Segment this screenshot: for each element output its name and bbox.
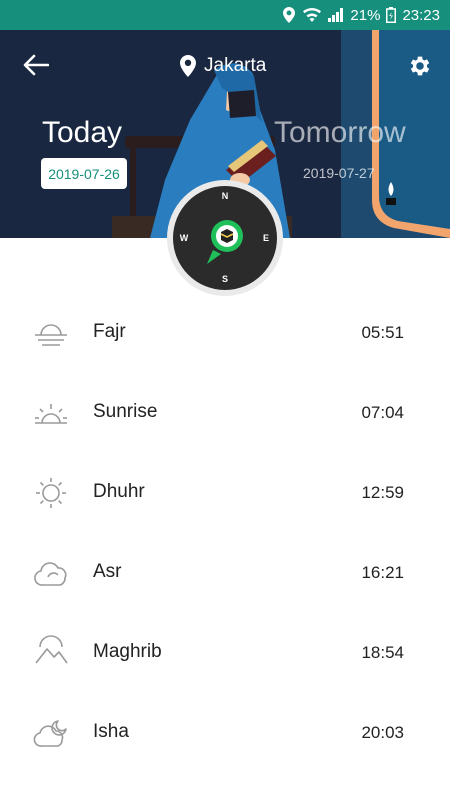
sun-icon bbox=[36, 478, 66, 508]
status-time: 23:23 bbox=[402, 6, 440, 24]
moon-cloud-icon bbox=[33, 720, 67, 747]
prayer-time: 16:21 bbox=[361, 563, 404, 582]
battery-percent: 21% bbox=[350, 6, 381, 24]
compass-north: N bbox=[221, 191, 229, 201]
tab-today[interactable]: Today bbox=[42, 116, 122, 150]
prayer-row-fajr[interactable]: Fajr 05:51 bbox=[0, 293, 450, 373]
prayer-time: 12:59 bbox=[361, 483, 404, 502]
location-selector[interactable]: Jakarta bbox=[180, 52, 266, 80]
back-button[interactable] bbox=[18, 50, 54, 80]
status-bar: 21% 23:23 bbox=[0, 0, 450, 30]
settings-gear-icon bbox=[410, 56, 430, 76]
prayer-name: Asr bbox=[93, 561, 122, 582]
location-label: Jakarta bbox=[204, 55, 267, 76]
prayer-name: Sunrise bbox=[93, 401, 158, 422]
kaaba-icon bbox=[207, 220, 243, 264]
wifi-icon bbox=[302, 7, 322, 23]
prayer-times-list: Fajr 05:51 Sunrise 07:04 Dhuhr 12:59 Asr… bbox=[0, 293, 450, 773]
prayer-row-dhuhr[interactable]: Dhuhr 12:59 bbox=[0, 453, 450, 533]
tab-tomorrow[interactable]: Tomorrow bbox=[274, 116, 406, 150]
horizon-icon bbox=[35, 324, 67, 346]
prayer-row-isha[interactable]: Isha 20:03 bbox=[0, 693, 450, 773]
prayer-row-asr[interactable]: Asr 16:21 bbox=[0, 533, 450, 613]
prayer-name: Fajr bbox=[93, 321, 126, 342]
prayer-row-sunrise[interactable]: Sunrise 07:04 bbox=[0, 373, 450, 453]
battery-icon bbox=[386, 7, 397, 23]
back-arrow-icon bbox=[23, 54, 49, 76]
compass-south: S bbox=[221, 274, 228, 284]
prayer-row-maghrib[interactable]: Maghrib 18:54 bbox=[0, 613, 450, 693]
today-date-badge[interactable]: 2019-07-26 bbox=[41, 158, 127, 189]
mountains-icon bbox=[35, 635, 68, 664]
prayer-name: Dhuhr bbox=[93, 481, 145, 502]
signal-icon bbox=[328, 8, 344, 22]
tomorrow-date[interactable]: 2019-07-27 bbox=[303, 165, 375, 181]
prayer-name: Maghrib bbox=[93, 641, 162, 662]
prayer-time: 07:04 bbox=[361, 403, 404, 422]
prayer-name: Isha bbox=[93, 721, 129, 742]
sunrise-icon bbox=[35, 404, 67, 424]
location-icon bbox=[282, 7, 296, 23]
compass-dial: N S E W bbox=[173, 186, 277, 290]
cloud-icon bbox=[34, 562, 67, 586]
prayer-time: 05:51 bbox=[361, 323, 404, 342]
prayer-time: 20:03 bbox=[361, 723, 404, 742]
compass-west: W bbox=[179, 233, 189, 243]
compass-east: E bbox=[262, 233, 269, 243]
location-pin-icon bbox=[180, 55, 196, 77]
prayer-time: 18:54 bbox=[361, 643, 404, 662]
settings-button[interactable] bbox=[404, 50, 436, 82]
qibla-compass-button[interactable]: N S E W bbox=[167, 180, 283, 296]
